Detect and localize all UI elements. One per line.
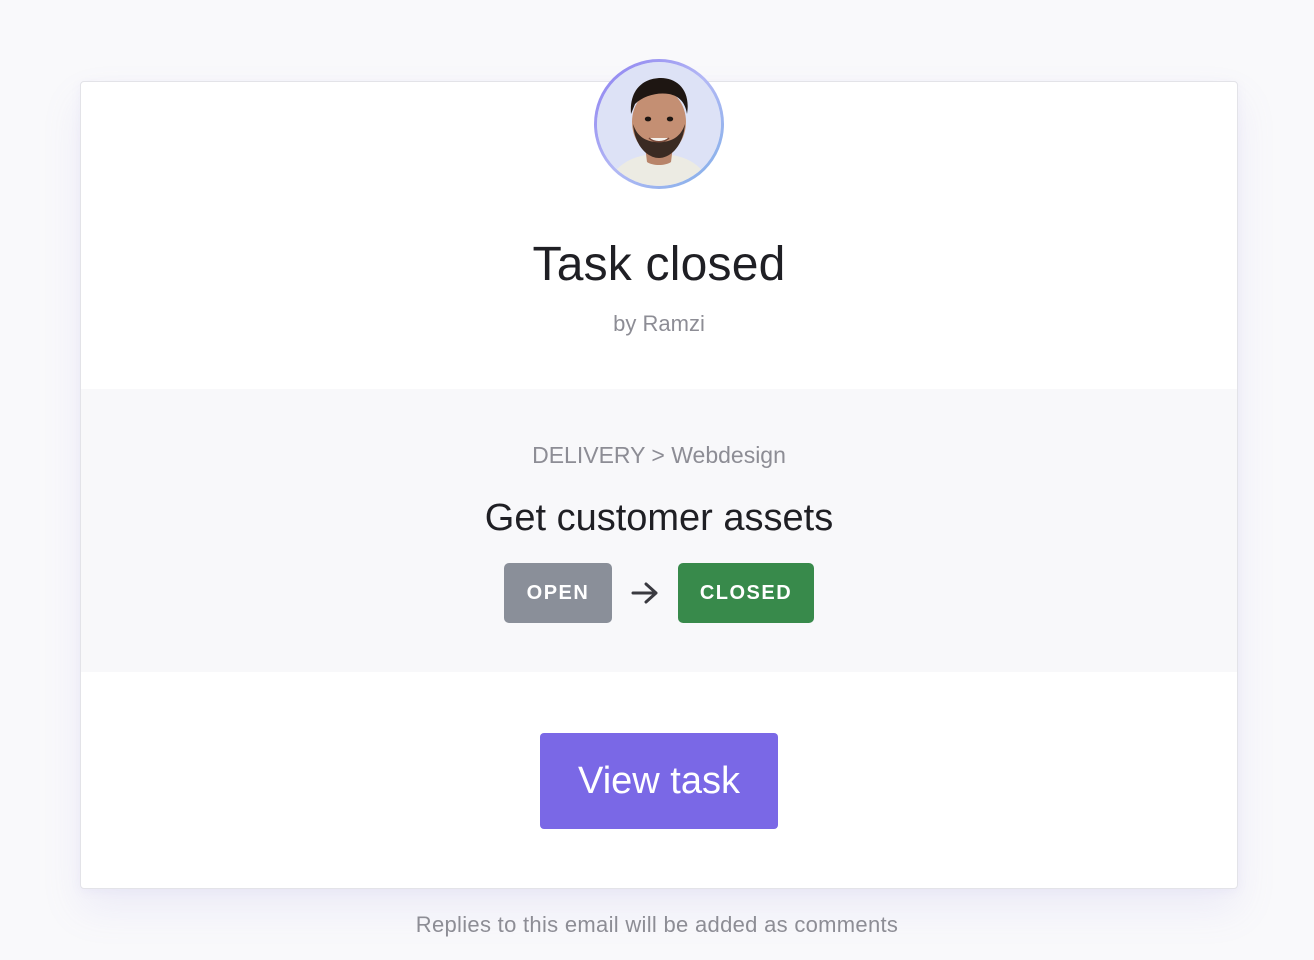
status-badge-open: OPEN (504, 563, 612, 623)
status-badge-closed: CLOSED (678, 563, 814, 623)
user-avatar-icon (597, 62, 721, 186)
page-title: Task closed (532, 238, 786, 291)
arrow-right-icon (612, 581, 678, 605)
status-change: OPEN CLOSED (81, 563, 1237, 623)
task-summary: DELIVERY > Webdesign Get customer assets… (81, 389, 1237, 672)
footer-note: Replies to this email will be added as c… (415, 912, 899, 937)
card-actions: View task (81, 672, 1237, 888)
email-page: Task closed by Ramzi DELIVERY > Webdesig… (0, 0, 1314, 960)
byline: by Ramzi (613, 311, 705, 336)
view-task-button[interactable]: View task (540, 733, 778, 829)
breadcrumb: DELIVERY > Webdesign (532, 442, 786, 468)
avatar (594, 59, 724, 189)
notification-card: Task closed by Ramzi DELIVERY > Webdesig… (80, 81, 1238, 889)
task-name: Get customer assets (484, 497, 834, 539)
